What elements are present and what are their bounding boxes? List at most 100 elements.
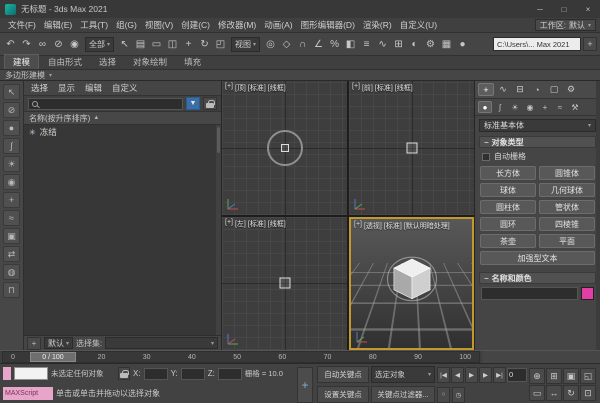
subcategory-dropdown[interactable]: 标准基本体 ▾ [479, 119, 596, 132]
box-object[interactable] [281, 144, 289, 152]
select-and-rotate-icon[interactable]: ↻ [197, 35, 212, 53]
explorer-scrollbar[interactable] [216, 125, 221, 335]
explorer-lock-toggle[interactable] [203, 97, 217, 110]
workspace-selector[interactable]: 工作区: 默认 ▾ [535, 19, 596, 31]
explorer-menu-item[interactable]: 显示 [58, 82, 75, 94]
explorer-menu-item[interactable]: 选择 [31, 82, 48, 94]
explorer-display-groups-icon[interactable]: ▣ [3, 228, 20, 244]
menubar-item[interactable]: 动画(A) [260, 19, 296, 31]
viewport-label-tag[interactable]: [标准] [384, 221, 402, 231]
object-type-rollout-header[interactable]: − 对象类型 [479, 136, 596, 148]
name-color-rollout-header[interactable]: − 名称和颜色 [479, 272, 596, 284]
percent-snap-icon[interactable]: % [327, 35, 342, 53]
menubar-item[interactable]: 组(G) [112, 19, 141, 31]
object-type-button[interactable]: 圆锥体 [539, 166, 595, 180]
time-configuration-icon[interactable]: ◷ [452, 387, 465, 403]
selection-set-dropdown[interactable]: ▾ [105, 337, 218, 349]
macro-recorder-strip[interactable] [3, 367, 11, 380]
menubar-item[interactable]: 工具(T) [76, 19, 112, 31]
viewport-left[interactable]: [+][左][标准][线框] [222, 217, 347, 351]
align-icon[interactable]: ≡ [359, 35, 374, 53]
category-helpers-icon[interactable]: + [538, 101, 552, 113]
angle-snap-icon[interactable]: ∠ [311, 35, 326, 53]
pan-icon[interactable]: ↔ [546, 385, 562, 401]
selection-region-icon[interactable]: ▭ [149, 35, 164, 53]
explorer-preset-dropdown[interactable]: 默认 ▾ [44, 337, 73, 349]
explorer-display-helpers-icon[interactable]: + [3, 192, 20, 208]
menubar-item[interactable]: 视图(V) [141, 19, 177, 31]
tab-modify-icon[interactable]: ∿ [495, 83, 511, 96]
category-geometry-icon[interactable]: ● [478, 101, 492, 113]
ribbon-tab[interactable]: 对象绘制 [125, 55, 175, 69]
render-icon[interactable]: ● [455, 35, 470, 53]
use-pivot-center-icon[interactable]: ◎ [263, 35, 278, 53]
selection-filter-dropdown[interactable]: 全部 ▾ [85, 37, 114, 52]
viewport-label-tag[interactable]: [+] [354, 221, 362, 231]
zoom-icon[interactable]: ⊕ [529, 368, 545, 384]
x-coordinate-field[interactable] [144, 368, 168, 380]
orbit-icon[interactable]: ↻ [563, 385, 579, 401]
explorer-display-warps-icon[interactable]: ≈ [3, 210, 20, 226]
next-frame-icon[interactable]: ▶ [479, 367, 492, 383]
object-color-swatch[interactable] [581, 287, 594, 300]
explorer-lock-icon[interactable]: ⊓ [3, 282, 20, 298]
render-setup-icon[interactable]: ⚙ [423, 35, 438, 53]
object-type-button[interactable]: 圆柱体 [480, 200, 536, 214]
viewport-label-tag[interactable]: [线框] [268, 219, 286, 229]
autogrid-checkbox[interactable] [482, 153, 490, 161]
object-type-button[interactable]: 圆环 [480, 217, 536, 231]
add-selection-set-icon[interactable]: + [27, 337, 41, 350]
explorer-display-geometry-icon[interactable]: ● [3, 120, 20, 136]
tab-display-icon[interactable]: ▢ [546, 83, 562, 96]
box-object[interactable] [279, 278, 290, 289]
object-type-button[interactable]: 加强型文本 [480, 251, 595, 265]
object-name-field[interactable] [481, 287, 578, 300]
search-input[interactable] [41, 99, 179, 108]
maximize-viewport-icon[interactable]: ⊡ [580, 385, 596, 401]
viewport-label-tag[interactable]: [左] [235, 219, 246, 229]
viewport-label-tag[interactable]: [标准] [248, 83, 266, 93]
close-button[interactable]: × [576, 0, 600, 18]
object-type-button[interactable]: 茶壶 [480, 234, 536, 248]
explorer-column-header[interactable]: 名称(按升序排序) ▲ [24, 112, 221, 125]
select-and-manipulate-icon[interactable]: ◇ [279, 35, 294, 53]
menubar-item[interactable]: 图形编辑器(D) [297, 19, 359, 31]
zoom-region-icon[interactable]: ▭ [529, 385, 545, 401]
object-type-button[interactable]: 四棱锥 [539, 217, 595, 231]
menubar-item[interactable]: 自定义(U) [396, 19, 441, 31]
viewport-label-tag[interactable]: [标准] [375, 83, 393, 93]
add-project-icon[interactable]: + [583, 37, 597, 51]
select-and-scale-icon[interactable]: ◰ [213, 35, 228, 53]
maxscript-label[interactable]: MAXScript [3, 387, 53, 400]
category-shapes-icon[interactable]: ∫ [493, 101, 507, 113]
explorer-pick-icon[interactable]: ↖ [3, 84, 20, 100]
explorer-display-none-icon[interactable]: ⊘ [3, 102, 20, 118]
previous-frame-icon[interactable]: ◀ [451, 367, 464, 383]
current-frame-field[interactable] [507, 368, 527, 382]
rendered-frame-icon[interactable]: ▦ [439, 35, 454, 53]
category-space-warps-icon[interactable]: ≈ [553, 101, 567, 113]
zoom-extents-all-icon[interactable]: ◱ [580, 368, 596, 384]
viewport-top[interactable]: [+][顶][标准][线框] [222, 81, 347, 215]
viewport-label-tag[interactable]: [前] [362, 83, 373, 93]
viewport-label-tag[interactable]: [透视] [364, 221, 382, 231]
maximize-button[interactable]: □ [552, 0, 576, 18]
explorer-menu-item[interactable]: 编辑 [85, 82, 102, 94]
material-editor-icon[interactable]: ◐ [407, 35, 422, 53]
object-type-button[interactable]: 长方体 [480, 166, 536, 180]
explorer-display-cameras-icon[interactable]: ◉ [3, 174, 20, 190]
select-and-move-icon[interactable]: + [181, 35, 196, 53]
object-type-button[interactable]: 几何球体 [539, 183, 595, 197]
tab-hierarchy-icon[interactable]: ⊟ [512, 83, 528, 96]
z-coordinate-field[interactable] [218, 368, 242, 380]
tab-utilities-icon[interactable]: ⚙ [563, 83, 579, 96]
object-type-button[interactable]: 平面 [539, 234, 595, 248]
bind-to-space-warp-icon[interactable]: ◉ [67, 35, 82, 53]
category-systems-icon[interactable]: ⚒ [568, 101, 582, 113]
viewport-label-tag[interactable]: [+] [352, 83, 360, 93]
ribbon-section-label[interactable]: 多边形建模 [5, 70, 45, 81]
play-icon[interactable]: ▶ [465, 367, 478, 383]
scrollbar-thumb[interactable] [217, 127, 220, 153]
menubar-item[interactable]: 渲染(R) [359, 19, 396, 31]
redo-icon[interactable]: ↷ [19, 35, 34, 53]
